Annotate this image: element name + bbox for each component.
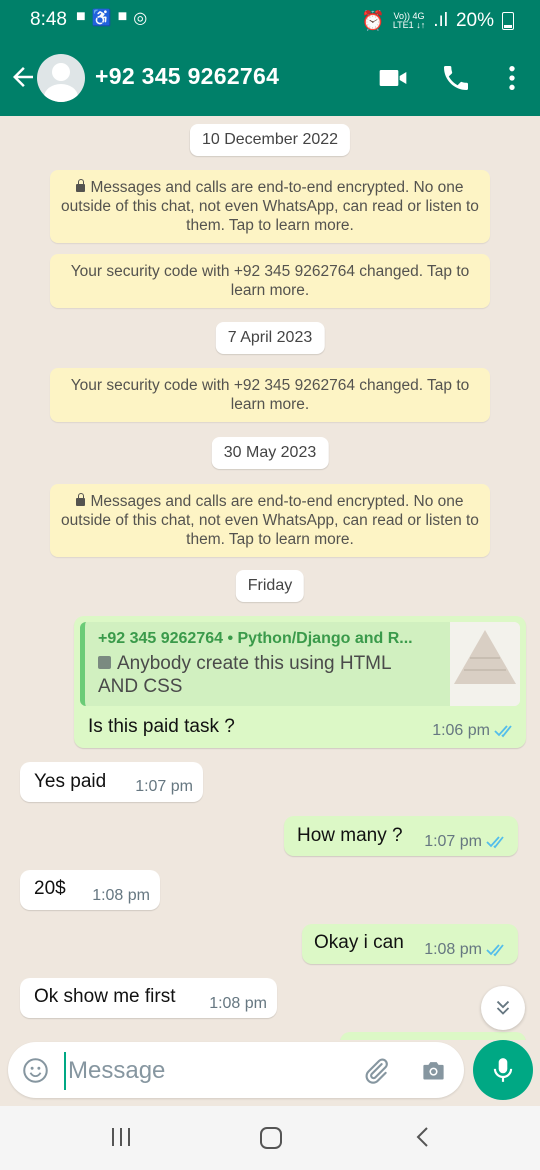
message-time: 1:08 pm	[209, 995, 267, 1012]
quoted-text: Anybody create this using HTML AND CSS	[98, 653, 391, 697]
message-time: 1:06 pm	[432, 722, 490, 739]
video-call-icon[interactable]	[377, 62, 409, 94]
back-arrow-icon[interactable]	[8, 62, 38, 92]
voice-message-button[interactable]	[473, 1040, 533, 1100]
message-bubble-outgoing-partial[interactable]	[340, 1032, 526, 1040]
message-time: 1:08 pm	[424, 941, 482, 958]
scroll-to-bottom-button[interactable]	[481, 986, 525, 1030]
message-text: Yes paid	[34, 771, 107, 792]
voice-call-icon[interactable]	[440, 62, 472, 94]
quoted-image-thumbnail	[450, 622, 520, 706]
message-bubble-outgoing[interactable]: How many ? 1:07 pm	[284, 816, 518, 856]
message-text: Ok show me first	[34, 986, 176, 1007]
quoted-sender: +92 345 9262764 • Python/Django and R...	[98, 630, 413, 647]
message-bubble-incoming[interactable]: 20$ 1:08 pm	[20, 870, 160, 910]
more-options-icon[interactable]	[496, 62, 528, 94]
read-ticks-icon	[486, 836, 504, 849]
message-time: 1:07 pm	[424, 833, 482, 850]
recent-apps-icon[interactable]	[110, 1126, 132, 1148]
notification-icons: ■ ♿ ■ ◎	[76, 8, 147, 28]
read-ticks-icon	[494, 725, 512, 738]
avatar[interactable]	[37, 54, 85, 102]
message-bubble-incoming[interactable]: Ok show me first 1:08 pm	[20, 978, 277, 1018]
video-notification-icon-2: ■	[117, 8, 128, 25]
status-time: 8:48	[30, 9, 67, 30]
message-meta: 1:08 pm	[209, 995, 267, 1013]
date-chip: 30 May 2023	[211, 437, 329, 469]
contact-name[interactable]: +92 345 9262764	[95, 63, 279, 90]
security-code-notice[interactable]: Your security code with +92 345 9262764 …	[50, 254, 490, 308]
message-text: Okay i can	[314, 932, 404, 953]
status-bar: 8:48 ■ ♿ ■ ◎ ⏰ Vo)) 4G LTE1 ↓↑ .ıl 20%	[0, 0, 540, 40]
chat-header: +92 345 9262764	[0, 40, 540, 116]
signal-icon: .ıl	[433, 10, 448, 31]
double-chevron-down-icon	[496, 1000, 510, 1015]
home-icon[interactable]	[259, 1126, 283, 1150]
battery-level: 20%	[455, 10, 494, 31]
message-text: 20$	[34, 878, 66, 899]
lock-icon	[76, 179, 86, 192]
chat-area[interactable]: 10 December 2022 Messages and calls are …	[0, 116, 540, 1040]
message-input[interactable]	[64, 1052, 350, 1090]
date-chip: Friday	[235, 570, 305, 602]
read-ticks-icon	[486, 944, 504, 957]
encryption-notice[interactable]: Messages and calls are end-to-end encryp…	[50, 170, 490, 243]
message-bubble-outgoing[interactable]: +92 345 9262764 • Python/Django and R...…	[74, 616, 526, 748]
lock-icon	[76, 493, 86, 506]
encryption-notice[interactable]: Messages and calls are end-to-end encryp…	[50, 484, 490, 557]
date-chip: 7 April 2023	[215, 322, 325, 354]
nav-back-icon[interactable]	[413, 1126, 433, 1148]
message-text: Is this paid task ?	[88, 716, 235, 737]
attachment-icon[interactable]	[361, 1056, 391, 1086]
message-time: 1:07 pm	[135, 778, 193, 795]
image-icon	[98, 656, 111, 669]
message-meta: 1:07 pm	[135, 778, 193, 796]
video-notification-icon: ■	[76, 8, 86, 25]
message-text: How many ?	[297, 825, 403, 846]
accessibility-icon: ♿	[91, 10, 112, 27]
app-notification-icon: ◎	[133, 10, 148, 27]
battery-icon	[502, 12, 514, 30]
message-bubble-outgoing[interactable]: Okay i can 1:08 pm	[302, 924, 518, 964]
message-time: 1:08 pm	[92, 887, 150, 904]
status-right: ⏰ Vo)) 4G LTE1 ↓↑ .ıl 20%	[361, 9, 514, 33]
camera-icon[interactable]	[420, 1057, 447, 1084]
message-meta: 1:08 pm	[92, 887, 150, 905]
quoted-message[interactable]: +92 345 9262764 • Python/Django and R...…	[80, 622, 520, 706]
security-code-notice[interactable]: Your security code with +92 345 9262764 …	[50, 368, 490, 422]
network-indicator: Vo)) 4G LTE1 ↓↑	[392, 11, 426, 30]
message-composer	[8, 1042, 464, 1098]
message-meta: 1:06 pm	[432, 722, 516, 740]
date-chip: 10 December 2022	[189, 124, 351, 156]
message-meta: 1:07 pm	[424, 833, 508, 851]
message-meta: 1:08 pm	[424, 941, 508, 959]
system-navigation-bar	[0, 1106, 540, 1170]
emoji-icon[interactable]	[22, 1057, 49, 1084]
alarm-icon: ⏰	[361, 11, 385, 32]
message-bubble-incoming[interactable]: Yes paid 1:07 pm	[20, 762, 203, 802]
microphone-icon	[493, 1058, 513, 1082]
